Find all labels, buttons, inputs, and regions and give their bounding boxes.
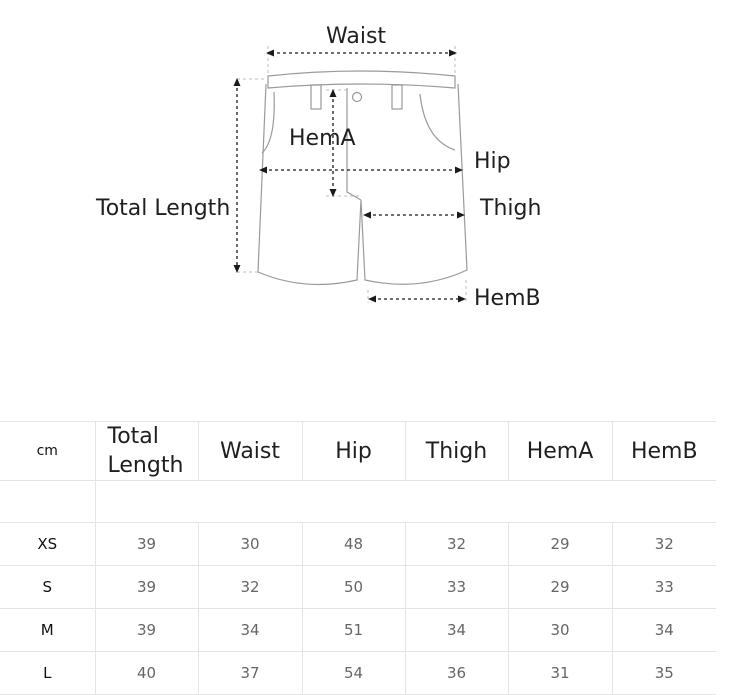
label-hemb: HemB [474, 286, 541, 311]
shorts-body [257, 83, 468, 286]
value-cell: 36 [405, 651, 509, 695]
value-cell: 30 [198, 522, 303, 566]
size-cell: XS [0, 522, 96, 566]
size-cell: M [0, 608, 96, 652]
table-row: M 39 34 51 34 30 34 [0, 608, 716, 652]
column-header: Thigh [405, 421, 509, 481]
value-cell: 51 [302, 608, 406, 652]
shorts-measurement-diagram: Waist HemA Hip Total Length Thigh HemB [0, 0, 733, 400]
value-cell: 39 [95, 608, 199, 652]
table-row: S 39 32 50 33 29 33 [0, 565, 716, 609]
label-waist: Waist [326, 24, 387, 49]
spacer-row [0, 480, 716, 523]
value-cell: 30 [508, 608, 613, 652]
value-cell: 32 [405, 522, 509, 566]
column-header: Total Length [95, 421, 199, 481]
value-cell: 37 [198, 651, 303, 695]
value-cell: 39 [95, 565, 199, 609]
size-chart: cm Total Length Waist Hip Thigh HemA Hem… [0, 421, 716, 695]
value-cell: 40 [95, 651, 199, 695]
label-thigh: Thigh [480, 196, 542, 221]
column-header: Waist [198, 421, 303, 481]
table-row: XS 39 30 48 32 29 32 [0, 522, 716, 566]
size-cell: S [0, 565, 96, 609]
column-header: HemA [508, 421, 613, 481]
waistband [267, 70, 456, 89]
value-cell: 31 [508, 651, 613, 695]
value-cell: 29 [508, 565, 613, 609]
value-cell: 29 [508, 522, 613, 566]
button [351, 91, 363, 103]
value-cell: 34 [198, 608, 303, 652]
label-hema: HemA [289, 126, 356, 151]
value-cell: 34 [612, 608, 716, 652]
table-header-row: cm Total Length Waist Hip Thigh HemA Hem… [0, 421, 716, 481]
label-hip: Hip [474, 149, 511, 174]
value-cell: 33 [405, 565, 509, 609]
column-header: HemB [612, 421, 716, 481]
size-cell: L [0, 651, 96, 695]
unit-header: cm [0, 421, 96, 481]
value-cell: 48 [302, 522, 406, 566]
belt-loop-right [391, 84, 403, 110]
value-cell: 32 [198, 565, 303, 609]
value-cell: 50 [302, 565, 406, 609]
column-header: Hip [302, 421, 406, 481]
table-row: L 40 37 54 36 31 35 [0, 651, 716, 695]
value-cell: 54 [302, 651, 406, 695]
value-cell: 34 [405, 608, 509, 652]
pocket-right [419, 93, 456, 151]
size-table: cm Total Length Waist Hip Thigh HemA Hem… [0, 421, 716, 695]
value-cell: 32 [612, 522, 716, 566]
belt-loop-left [310, 84, 322, 110]
value-cell: 35 [612, 651, 716, 695]
value-cell: 33 [612, 565, 716, 609]
label-total-length: Total Length [96, 196, 231, 221]
value-cell: 39 [95, 522, 199, 566]
